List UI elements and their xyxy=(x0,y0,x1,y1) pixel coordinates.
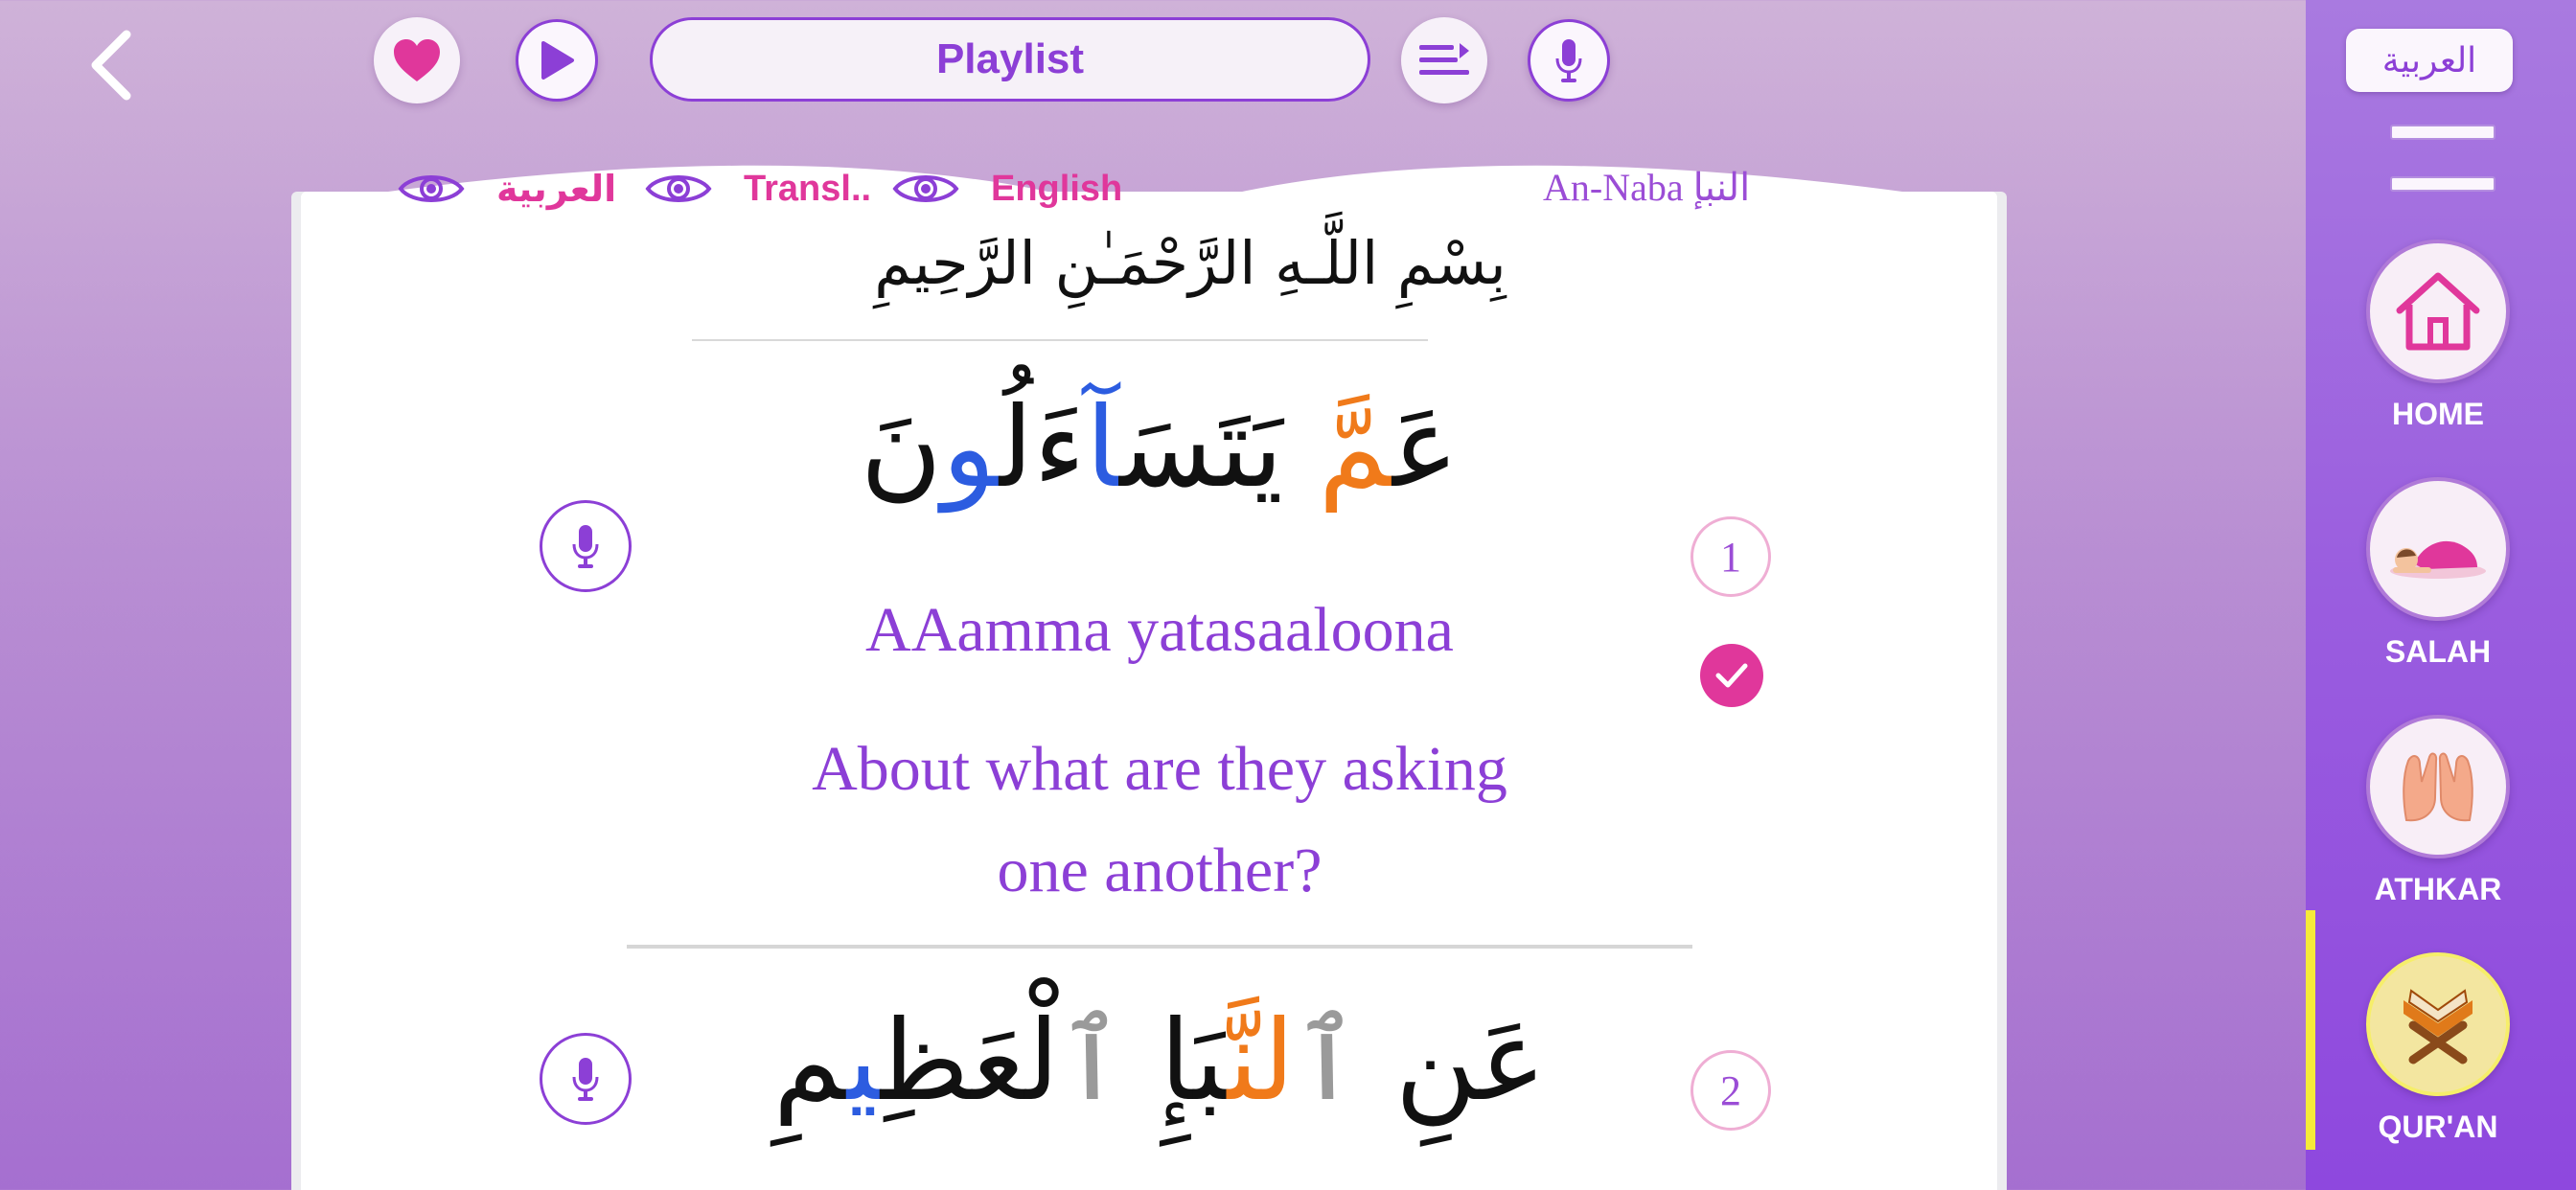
active-indicator xyxy=(2306,910,2315,1150)
verse-1-translation: About what are they asking one another? xyxy=(671,719,1648,922)
verse-1-record-button[interactable] xyxy=(540,500,632,592)
home-icon xyxy=(2396,272,2480,351)
athkar-button[interactable] xyxy=(2366,715,2510,858)
hamburger-icon xyxy=(2390,125,2496,140)
playlist-button[interactable]: Playlist xyxy=(650,17,1370,102)
arabic-segment: بَإِ xyxy=(1124,996,1228,1126)
playlist-queue-icon xyxy=(1419,43,1469,75)
arabic-segment: عَنِ xyxy=(1359,996,1547,1126)
menu-button[interactable] xyxy=(2390,125,2496,192)
verse-1-complete-toggle[interactable] xyxy=(1700,644,1763,707)
prayer-icon xyxy=(2390,540,2486,579)
translation-line: one another? xyxy=(997,835,1322,905)
chevron-left-icon xyxy=(91,30,131,101)
arabic-segment-silent: ٱ xyxy=(1059,996,1125,1126)
toggle-arabic-label: العربية xyxy=(496,168,617,210)
arabic-segment-tajweed: آ xyxy=(1085,383,1120,513)
eye-icon xyxy=(398,175,465,202)
checkmark-icon xyxy=(1715,663,1748,688)
playlist-label: Playlist xyxy=(935,35,1085,82)
home-button[interactable] xyxy=(2366,240,2510,383)
arabic-segment-tajweed: لنَّ xyxy=(1227,996,1295,1126)
arabic-segment-tajweed: مَّ xyxy=(1318,383,1392,513)
surah-title: An-Naba النبإ xyxy=(1543,166,1751,209)
microphone-icon xyxy=(572,525,599,568)
toggle-english[interactable]: English xyxy=(891,165,1122,213)
verse-1-transliteration: AAamma yatasaaloona xyxy=(865,595,1454,665)
toggle-arabic[interactable]: العربية xyxy=(397,165,616,213)
favorite-button[interactable] xyxy=(374,17,460,103)
arabic-segment: يَتَسَ xyxy=(1119,383,1319,513)
arabic-segment: ءَلُ xyxy=(999,383,1086,513)
sidebar-item-athkar[interactable]: ATHKAR xyxy=(2358,715,2518,907)
bismillah: بِسْمِ اللَّـهِ الرَّحْمَـٰنِ الرَّحِيمِ xyxy=(874,228,1506,298)
hamburger-icon xyxy=(2390,176,2496,192)
arabic-segment-silent: ٱ xyxy=(1294,996,1360,1126)
quran-stand-icon xyxy=(2404,989,2472,1064)
eye-icon xyxy=(892,175,959,202)
sidebar-item-label: HOME xyxy=(2392,397,2484,431)
sidebar-item-label: ATHKAR xyxy=(2374,872,2502,906)
language-button[interactable]: العربية xyxy=(2346,29,2513,92)
sidebar-item-salah[interactable]: SALAH xyxy=(2358,477,2518,670)
toggle-transliteration[interactable]: Transl.. xyxy=(644,165,871,213)
divider xyxy=(692,339,1428,341)
eye-icon xyxy=(645,175,712,202)
salah-button[interactable] xyxy=(2366,477,2510,621)
playlist-queue-button[interactable] xyxy=(1401,17,1487,103)
microphone-icon xyxy=(572,1058,599,1101)
arabic-segment: مِ xyxy=(772,996,847,1126)
record-button[interactable] xyxy=(1528,19,1610,102)
heart-icon xyxy=(394,39,440,81)
arabic-segment: عَ xyxy=(1392,383,1460,513)
back-button[interactable] xyxy=(77,27,144,103)
verse-1-arabic: عَمَّ يَتَسَآءَلُونَ xyxy=(728,383,1591,513)
play-icon xyxy=(541,41,574,80)
verse-2-record-button[interactable] xyxy=(540,1033,632,1125)
play-button[interactable] xyxy=(516,19,598,102)
sidebar-item-label: QUR'AN xyxy=(2378,1110,2498,1144)
verse-2-number: 2 xyxy=(1690,1050,1771,1131)
quran-button[interactable] xyxy=(2366,952,2510,1096)
sidebar-item-label: SALAH xyxy=(2384,634,2492,669)
dua-hands-icon xyxy=(2403,752,2473,822)
verse-2-arabic: عَنِ ٱلنَّبَإِ ٱلْعَظِيمِ xyxy=(728,996,1591,1126)
verse-divider xyxy=(627,945,1692,949)
sidebar-item-quran[interactable]: QUR'AN xyxy=(2358,952,2518,1145)
arabic-segment-tajweed: و xyxy=(941,383,1000,513)
arabic-segment-tajweed: ي xyxy=(846,996,881,1126)
arabic-segment: لْعَظِ xyxy=(880,996,1060,1126)
sidebar-item-home[interactable]: HOME xyxy=(2358,240,2518,432)
verse-1-number: 1 xyxy=(1690,516,1771,597)
arabic-segment: نَ xyxy=(860,383,942,513)
toggle-transliteration-label: Transl.. xyxy=(744,168,872,209)
toggle-english-label: English xyxy=(991,168,1123,209)
microphone-icon xyxy=(1555,39,1582,82)
translation-line: About what are they asking xyxy=(812,734,1507,804)
